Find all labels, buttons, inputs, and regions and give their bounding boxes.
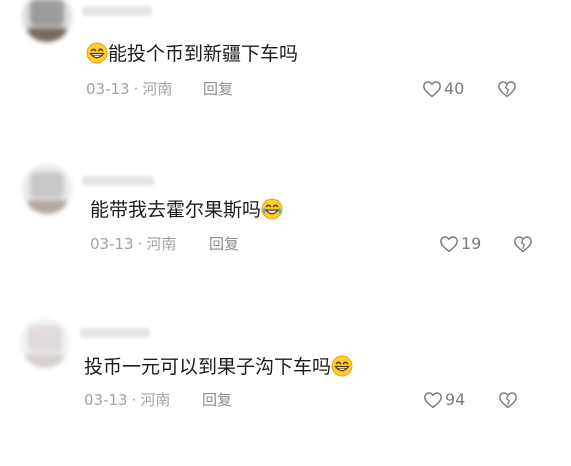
username[interactable] (80, 328, 150, 338)
reply-button[interactable]: 回复 (209, 234, 239, 254)
comment-text: 能投个币到新疆下车吗 (86, 42, 298, 66)
comment-date: 03-13 (90, 235, 134, 253)
grinning-emoji-icon (331, 355, 353, 377)
username[interactable] (82, 6, 152, 16)
comment-location: 河南 (140, 391, 171, 409)
heart-icon (424, 392, 442, 409)
reply-button[interactable]: 回复 (203, 79, 233, 99)
comment-text-content: 投币一元可以到果子沟下车吗 (84, 356, 332, 378)
comment-meta: 03-13 · 河南 (90, 234, 176, 254)
broken-heart-icon[interactable] (513, 235, 533, 253)
comment-meta: 03-13 · 河南 (86, 79, 172, 99)
avatar[interactable] (20, 318, 70, 368)
comment-list: 能投个币到新疆下车吗 03-13 · 河南 回复 40 能带我去霍尔果斯吗 03… (0, 0, 571, 466)
comment-date: 03-13 (84, 391, 128, 409)
reply-button[interactable]: 回复 (202, 390, 232, 410)
tears-of-joy-emoji-icon (261, 198, 283, 220)
broken-heart-icon[interactable] (498, 391, 518, 409)
like-count: 40 (444, 79, 465, 98)
meta-separator: · (137, 235, 143, 253)
comment-text-content: 能投个币到新疆下车吗 (108, 43, 299, 65)
comment-item: 能投个币到新疆下车吗 03-13 · 河南 回复 40 (0, 0, 571, 120)
like-count: 94 (445, 390, 466, 409)
like-button[interactable]: 19 (439, 234, 481, 254)
comment-date: 03-13 (86, 80, 130, 98)
avatar[interactable] (22, 164, 72, 214)
comment-text: 投币一元可以到果子沟下车吗 (84, 355, 353, 379)
heart-icon (423, 81, 441, 98)
like-count: 19 (461, 234, 482, 253)
meta-separator: · (133, 80, 139, 98)
grinning-emoji-icon (86, 42, 108, 64)
comment-text: 能带我去霍尔果斯吗 (90, 198, 283, 222)
heart-icon (440, 236, 458, 253)
avatar[interactable] (22, 0, 72, 42)
comment-item: 投币一元可以到果子沟下车吗 03-13 · 河南 回复 94 (0, 312, 571, 432)
comment-location: 河南 (142, 80, 173, 98)
like-button[interactable]: 94 (423, 390, 465, 410)
comment-item: 能带我去霍尔果斯吗 03-13 · 河南 回复 19 (0, 156, 571, 276)
username[interactable] (82, 176, 154, 186)
comment-location: 河南 (146, 235, 177, 253)
meta-separator: · (131, 391, 137, 409)
like-button[interactable]: 40 (422, 79, 464, 99)
comment-text-content: 能带我去霍尔果斯吗 (90, 199, 262, 221)
broken-heart-icon[interactable] (497, 80, 517, 98)
comment-meta: 03-13 · 河南 (84, 390, 170, 410)
